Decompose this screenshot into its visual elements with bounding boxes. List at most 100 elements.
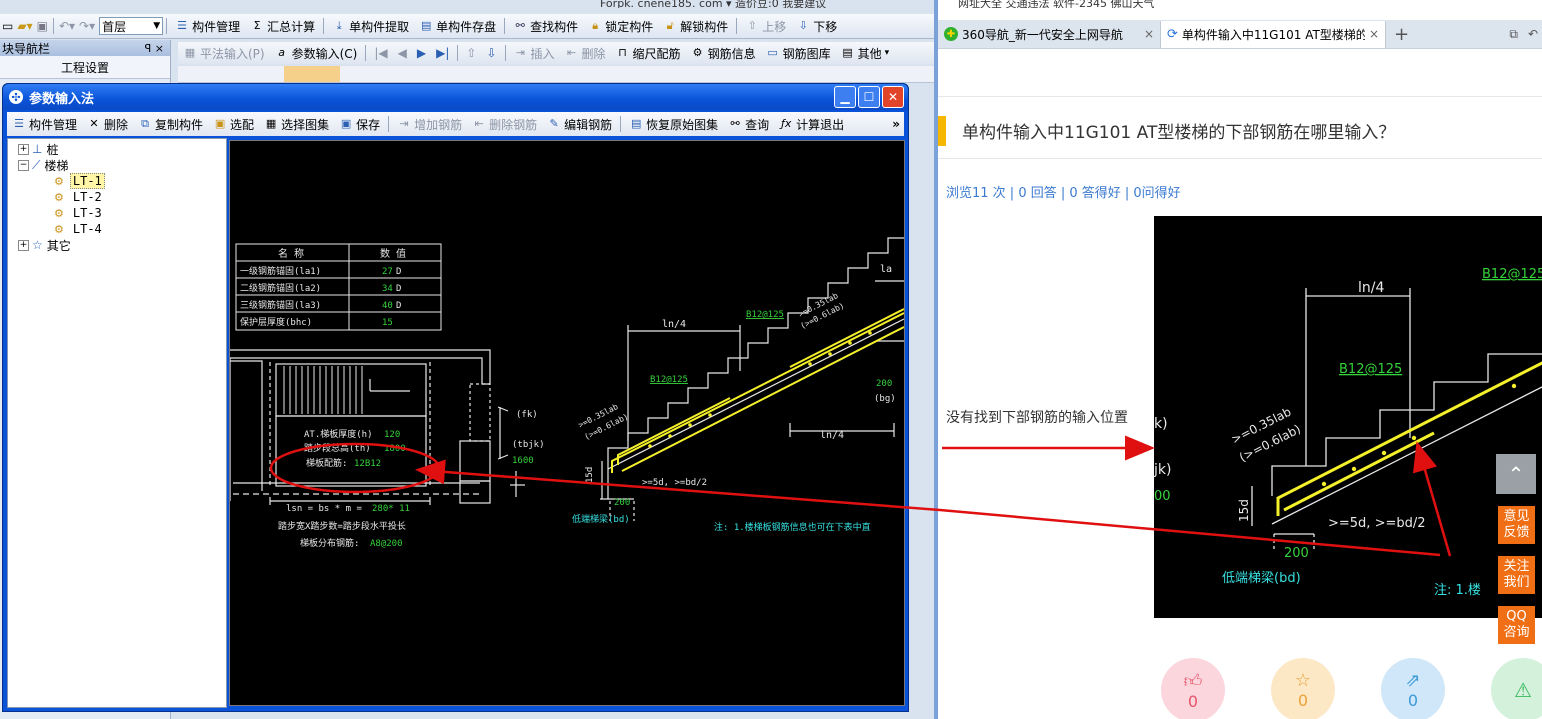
low-beam-value[interactable]: 200 xyxy=(614,498,630,508)
table-row-value[interactable]: 34 xyxy=(382,284,393,294)
tree-node-lt4[interactable]: ⚙ LT-4 xyxy=(8,221,226,237)
dlg-copy-label: 复制构件 xyxy=(155,117,204,132)
move-up-button[interactable]: ⇧ 上移 xyxy=(740,15,791,37)
distribution-value[interactable]: A8@200 xyxy=(370,539,403,549)
project-settings-item[interactable]: 工程设置 xyxy=(0,56,170,79)
last-record-icon[interactable]: ▶| xyxy=(431,42,454,64)
dlg-delete-rebar-button[interactable]: ⇤ 删除钢筋 xyxy=(467,113,542,135)
unlock-component-button[interactable]: 🔓︎ 解锁构件 xyxy=(658,15,733,37)
dlg-edit-rebar-button[interactable]: ✎ 编辑钢筋 xyxy=(542,113,617,135)
dlg-restore-atlas-button[interactable]: ▤ 恢复原始图集 xyxy=(624,113,723,135)
tree-node-other[interactable]: + ☆ 其它 xyxy=(8,237,226,253)
browser-tab-active[interactable]: ⟳ 单构件输入中11G101 AT型楼梯的 × xyxy=(1161,20,1386,48)
report-button[interactable]: ⚠ xyxy=(1491,658,1542,719)
browser-tab[interactable]: ✚ 360导航_新一代安全上网导航 × xyxy=(938,20,1161,48)
back-to-top-button[interactable]: ⌃ xyxy=(1496,454,1536,494)
minimize-button[interactable]: ▁ xyxy=(834,86,856,108)
step-height-value[interactable]: 1800 xyxy=(384,444,406,454)
question-image[interactable]: k) jk) 00 ln/4 B12@125 B12@125 >=0.35lab… xyxy=(1154,216,1542,618)
bookmarks-text[interactable]: 网址大全 交通违法 软件-2345 佛山天气 xyxy=(958,0,1154,8)
new-tab-button[interactable]: + xyxy=(1394,24,1409,45)
rebar-library-button[interactable]: ▭ 钢筋图库 xyxy=(761,42,836,64)
new-file-icon[interactable]: ▭ xyxy=(0,15,15,37)
rebar-info-button[interactable]: ⚙ 钢筋信息 xyxy=(686,42,761,64)
tree-node-stair[interactable]: − ⟋ 楼梯 xyxy=(8,157,226,173)
dlg-save-button[interactable]: ▣ 保存 xyxy=(334,113,385,135)
move-down-button[interactable]: ⇩ 下移 xyxy=(791,15,842,37)
open-folder-icon[interactable]: ▰▾ xyxy=(15,15,34,37)
dlg-calc-exit-button[interactable]: ƒx 计算退出 xyxy=(774,113,849,135)
dlg-select-atlas-button[interactable]: ▦ 选择图集 xyxy=(259,113,334,135)
undo-close-tab-icon[interactable]: ↶ xyxy=(1528,27,1538,41)
previous-record-icon[interactable]: ◀ xyxy=(393,42,412,64)
flat-input-label: 平法输入(P) xyxy=(200,46,265,61)
collapse-icon[interactable]: − xyxy=(18,159,29,171)
question-body-text: 没有找到下部钢筋的输入位置 xyxy=(946,410,1128,426)
feedback-button[interactable]: 意见 反馈 xyxy=(1498,506,1535,544)
fk-label: (fk) xyxy=(516,410,538,420)
slab-thickness-label: AT.梯板厚度(h) xyxy=(304,428,373,440)
param-input-button[interactable]: a 参数输入(C) xyxy=(270,42,363,64)
undo-icon[interactable]: ↶▾ xyxy=(57,15,77,37)
tbjk-label: (tbjk) xyxy=(512,440,545,450)
other-menu-button[interactable]: ▤ 其他 ▾ xyxy=(836,42,895,64)
lsn-values[interactable]: 280* 11 xyxy=(372,504,410,514)
slab-rebar-value[interactable]: 12B12 xyxy=(354,459,381,469)
tree-node-lt1[interactable]: ⚙ LT-1 xyxy=(8,173,226,189)
tab-close-icon[interactable]: × xyxy=(1144,27,1154,41)
single-extract-button[interactable]: ⤓ 单构件提取 xyxy=(327,15,414,37)
toolbar-overflow-icon[interactable]: » xyxy=(892,117,900,131)
single-save-button[interactable]: ▤ 单构件存盘 xyxy=(414,15,501,37)
zoom-rule: >=5d, >=bd/2 xyxy=(1328,516,1426,531)
follow-us-button[interactable]: 关注 我们 xyxy=(1498,556,1535,594)
tab-close-icon[interactable]: × xyxy=(1369,27,1379,41)
tab-list-icon[interactable]: ⧉ xyxy=(1509,27,1518,42)
insert-button[interactable]: ⇥ 插入 xyxy=(509,42,560,64)
scale-rebar-button[interactable]: ⊓ 缩尺配筋 xyxy=(611,42,686,64)
component-manage-button[interactable]: ☰ 构件管理 xyxy=(170,15,245,37)
bg-value[interactable]: 200 xyxy=(876,379,892,389)
floor-select[interactable]: 首层 ▼ xyxy=(99,17,164,35)
tree-node-pile[interactable]: + ⊥ 桩 xyxy=(8,141,226,157)
question-stats[interactable]: 浏览11 次 | 0 回答 | 0 答得好 | 0问得好 xyxy=(946,182,1181,201)
save-icon[interactable]: ▣ xyxy=(35,15,50,37)
first-record-icon[interactable]: |◀ xyxy=(369,42,392,64)
dlg-delete-button[interactable]: ✕ 删除 xyxy=(82,113,133,135)
stair-drawing-canvas[interactable]: 名 称 数 值 一级钢筋锚固(la1) 27 D 二级钢筋锚固(la2) 34 … xyxy=(229,140,905,706)
table-row-value[interactable]: 40 xyxy=(382,301,393,311)
dlg-component-manage-button[interactable]: ☰ 构件管理 xyxy=(7,113,82,135)
panel-pin-close-icon[interactable]: ꟼ × xyxy=(145,42,164,55)
slab-thickness-value[interactable]: 120 xyxy=(384,430,400,440)
dialog-title-bar[interactable]: ✣ 参数输入法 ▁ ☐ ✕ xyxy=(3,84,908,110)
summary-calc-button[interactable]: Σ 汇总计算 xyxy=(245,15,320,37)
flat-input-button[interactable]: ▦ 平法输入(P) xyxy=(178,42,270,64)
like-button[interactable]: 👍︎ 0 xyxy=(1161,658,1225,719)
find-component-button[interactable]: ⚯ 查找构件 xyxy=(508,15,583,37)
lock-component-button[interactable]: 🔒︎ 锁定构件 xyxy=(583,15,658,37)
dlg-query-button[interactable]: ⚯ 查询 xyxy=(723,113,774,135)
rebar-mid-label[interactable]: B12@125 xyxy=(650,375,688,385)
close-button[interactable]: ✕ xyxy=(882,86,904,108)
dlg-copy-button[interactable]: ⧉ 复制构件 xyxy=(133,113,208,135)
expand-icon[interactable]: + xyxy=(18,143,29,155)
table-row-value[interactable]: 15 xyxy=(382,318,393,328)
dialog-title: 参数输入法 xyxy=(29,91,95,107)
table-header-value: 数 值 xyxy=(380,247,406,260)
redo-icon[interactable]: ↷▾ xyxy=(77,15,97,37)
tree-node-lt3[interactable]: ⚙ LT-3 xyxy=(8,205,226,221)
row-up-icon[interactable]: ⇧ xyxy=(461,42,481,64)
row-down-icon[interactable]: ⇩ xyxy=(481,42,501,64)
dlg-select-button[interactable]: ▣ 选配 xyxy=(208,113,259,135)
tbjk-value[interactable]: 1600 xyxy=(512,456,534,466)
dlg-add-rebar-button[interactable]: ⇥ 增加钢筋 xyxy=(392,113,467,135)
share-button[interactable]: ⇗ 0 xyxy=(1381,658,1445,719)
favorite-button[interactable]: ☆ 0 xyxy=(1271,658,1335,719)
expand-icon[interactable]: + xyxy=(18,239,29,251)
tree-node-lt2[interactable]: ⚙ LT-2 xyxy=(8,189,226,205)
next-record-icon[interactable]: ▶ xyxy=(412,42,431,64)
delete-row-button[interactable]: ⇤ 删除 xyxy=(560,42,611,64)
table-row-value[interactable]: 27 xyxy=(382,267,393,277)
maximize-button[interactable]: ☐ xyxy=(858,86,880,108)
qq-consult-button[interactable]: QQ 咨询 xyxy=(1498,606,1535,644)
rebar-top-label[interactable]: B12@125 xyxy=(746,310,784,320)
